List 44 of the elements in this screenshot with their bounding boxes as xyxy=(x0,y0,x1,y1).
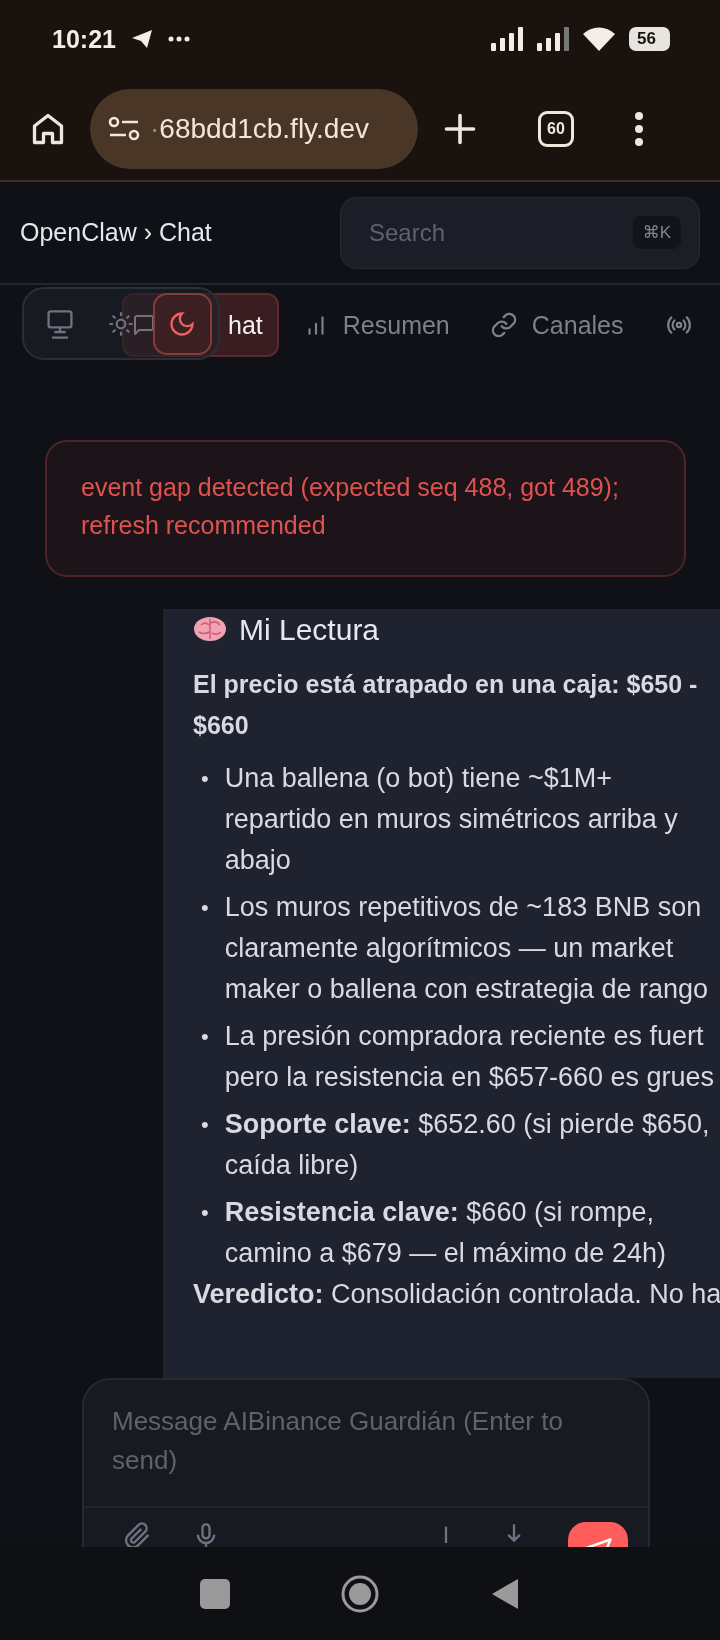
bullet-marker: • xyxy=(201,1199,209,1227)
more-dots-icon xyxy=(167,36,190,42)
battery-level: 56 xyxy=(629,27,670,51)
bullet-item: Una ballena (o bot) tiene ~$1M+ repartido en muros simétricos arriba y abajo xyxy=(224,762,678,877)
clock-time: 10:21 xyxy=(52,24,116,54)
back-button[interactable] xyxy=(490,1576,520,1611)
home-nav-button[interactable] xyxy=(340,1573,380,1614)
search-input[interactable]: Search xyxy=(367,217,633,248)
nav-tab[interactable]: Resumen xyxy=(282,293,466,357)
bullet-marker: • xyxy=(201,1111,209,1139)
nav-tab[interactable]: Canales xyxy=(469,293,640,357)
shortcut-hint: ⌘K xyxy=(632,216,681,249)
url-text: ·68bdd1cb.fly.dev xyxy=(150,113,369,145)
signal-icon xyxy=(491,27,524,51)
new-tab-button[interactable] xyxy=(442,111,478,147)
bullet-marker: • xyxy=(201,894,209,922)
bullet-item: Resistencia clave: $660 (si rompe, camino a $679 — el máximo de 24h) xyxy=(224,1196,666,1270)
bullet-marker: • xyxy=(201,1023,209,1051)
bullet-item: La presión compradora reciente es fuert pero la resistencia en $657-660 es grues xyxy=(224,1020,714,1094)
search-field[interactable]: Search ⌘K xyxy=(340,196,700,269)
tab-count-button[interactable]: 60 xyxy=(538,111,574,147)
bullet-item: Soporte clave: $652.60 (si pierde $650, caída libre) xyxy=(224,1108,710,1182)
more-menu-icon[interactable] xyxy=(634,111,644,147)
bullet-marker: • xyxy=(201,765,209,793)
message-composer[interactable]: Message AIBinance Guardián (Enter to send) xyxy=(82,1378,650,1547)
bullet-item: Los muros repetitivos de ~183 BNB son claramente algorítmicos — un market maker o ballena con estrategia de rango xyxy=(224,891,708,1006)
alert-text: event gap detected (expected seq 488, got 489); refresh recommended xyxy=(81,473,619,539)
link-icon xyxy=(489,311,518,339)
recents-button[interactable] xyxy=(200,1578,230,1609)
message-heading: Mi Lectura xyxy=(239,612,380,648)
site-settings-icon xyxy=(108,116,140,142)
lead-paragraph: El precio está atrapado en una caja: $650 - $660 xyxy=(193,669,699,741)
address-bar[interactable]: ·68bdd1cb.fly.dev xyxy=(90,89,418,169)
signal-icon xyxy=(537,27,570,51)
chat-bubble-icon xyxy=(132,313,156,337)
message-input[interactable]: Message AIBinance Guardián (Enter to send) xyxy=(84,1380,648,1506)
monitor-icon xyxy=(45,307,74,340)
breadcrumb: OpenClaw › Chat xyxy=(20,218,212,247)
home-button[interactable] xyxy=(30,111,66,147)
wifi-icon xyxy=(583,27,616,51)
sun-icon xyxy=(108,310,134,337)
theme-option[interactable] xyxy=(152,292,212,355)
moon-icon xyxy=(168,309,197,338)
paperclip-icon[interactable] xyxy=(124,1522,152,1547)
